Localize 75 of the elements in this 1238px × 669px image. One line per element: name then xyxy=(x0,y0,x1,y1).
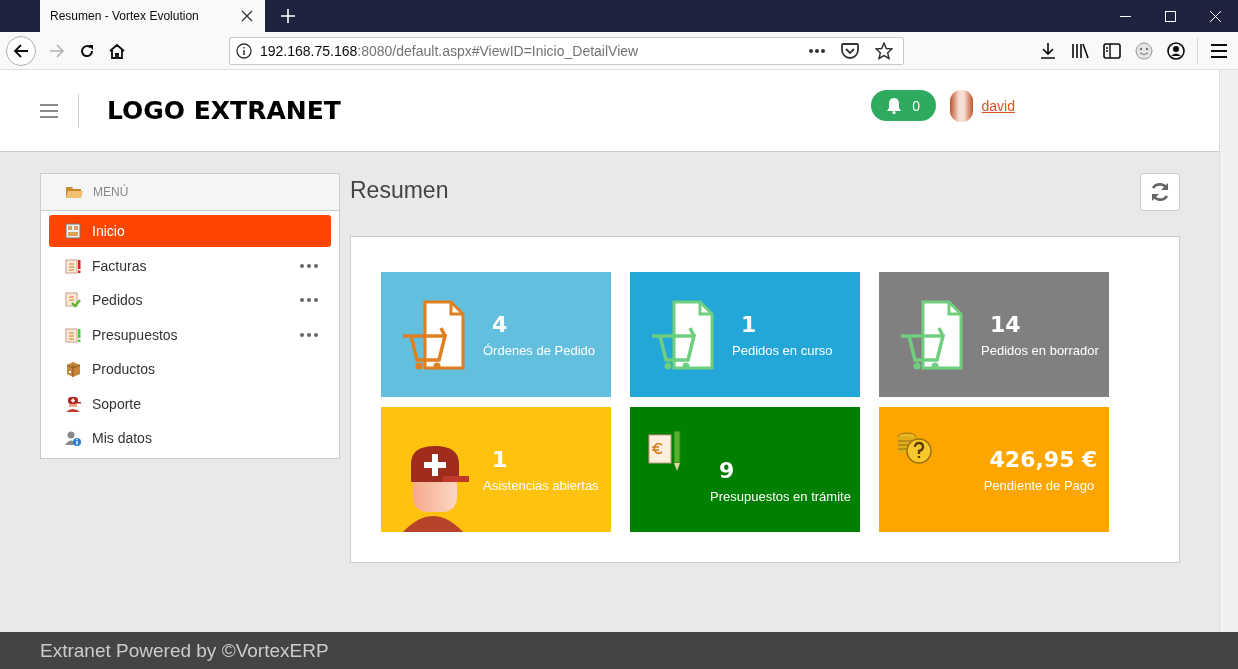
account-icon xyxy=(1167,41,1185,60)
plus-icon xyxy=(281,9,295,23)
box-icon xyxy=(65,361,81,377)
close-icon xyxy=(241,10,253,22)
menu-item[interactable]: Soporte xyxy=(49,387,331,420)
tile-value: 426,95 € xyxy=(988,446,1098,472)
menu-label: Inicio xyxy=(92,223,126,239)
menu-item[interactable]: Pedidos xyxy=(49,284,331,316)
home-icon xyxy=(109,42,125,59)
library-icon xyxy=(1071,42,1089,59)
sidebar-icon xyxy=(1103,42,1121,59)
back-arrow-icon xyxy=(13,42,29,59)
user-info-icon xyxy=(65,430,81,446)
tile-value: 14 xyxy=(989,311,1022,337)
menu-item[interactable]: Productos xyxy=(49,353,331,385)
refresh-icon xyxy=(1149,181,1171,203)
tile-label: Asistencias abiertas xyxy=(483,477,600,493)
budget-icon xyxy=(65,326,81,343)
invoice-icon xyxy=(65,257,81,274)
menu-label: Facturas xyxy=(92,257,148,274)
logo-text: LOGO EXTRANET xyxy=(107,96,341,125)
menu-item[interactable]: Mis datos xyxy=(49,422,331,454)
tile-label: Pedidos en curso xyxy=(732,342,834,358)
tile-label: Órdenes de Pedido xyxy=(483,342,597,358)
tile-value: 4 xyxy=(491,311,509,337)
summary-tile[interactable]: 9 Presupuestos en trámite xyxy=(630,407,860,532)
menu-label: Soporte xyxy=(92,395,143,412)
forward-arrow-icon xyxy=(49,42,65,59)
order-check-icon xyxy=(65,292,81,308)
tile-label: Pendiente de Pago xyxy=(983,477,1095,493)
menu-icon xyxy=(1211,43,1227,58)
menu-label: Productos xyxy=(92,361,157,377)
menu-title: MENÚ xyxy=(93,185,129,199)
user-link[interactable]: david xyxy=(981,97,1015,114)
menu-item[interactable]: Inicio xyxy=(49,215,331,247)
summary-tile[interactable]: 14 Pedidos en borrador xyxy=(879,272,1109,397)
menu-toggle-button[interactable] xyxy=(40,103,58,118)
avatar-placeholder xyxy=(949,89,973,122)
menu-item[interactable]: Facturas xyxy=(49,249,331,282)
bell-icon xyxy=(886,97,903,114)
url-text: 192.168.75.168:8080/default.aspx#ViewID=Inicio_DetailView xyxy=(260,42,640,59)
tab-title: Resumen - Vortex Evolution xyxy=(50,9,199,23)
scrollbar[interactable] xyxy=(1219,70,1238,632)
dashboard-icon xyxy=(65,223,81,239)
footer-text: Extranet Powered by ©VortexERP xyxy=(40,639,329,662)
star-icon xyxy=(875,41,893,60)
menu-label: Presupuestos xyxy=(92,326,179,343)
tile-value: 1 xyxy=(491,446,509,472)
summary-tile[interactable]: 1 Pedidos en curso xyxy=(630,272,860,397)
notifications-button[interactable]: 0 xyxy=(870,90,936,121)
page-title: Resumen xyxy=(350,177,449,204)
back-button[interactable] xyxy=(6,35,36,66)
tile-label: Presupuestos en trámite xyxy=(710,488,852,504)
menu-label: Pedidos xyxy=(92,292,144,308)
pocket-icon xyxy=(841,42,859,59)
hamburger-icon xyxy=(40,103,58,118)
maximize-icon xyxy=(1165,10,1176,22)
menu-label: Mis datos xyxy=(92,430,153,446)
refresh-button[interactable] xyxy=(1140,173,1180,211)
close-icon xyxy=(1210,10,1221,22)
reload-icon xyxy=(79,42,95,59)
download-icon xyxy=(1040,42,1056,59)
tile-label: Pedidos en borrador xyxy=(981,342,1100,358)
browser-tab[interactable]: Resumen - Vortex Evolution xyxy=(40,0,265,32)
more-icon xyxy=(809,48,825,53)
address-bar[interactable]: 192.168.75.168:8080/default.aspx#ViewID=Inicio_DetailView xyxy=(229,36,904,65)
smiley-icon xyxy=(1135,41,1153,60)
coins-question-icon xyxy=(897,431,933,465)
info-icon xyxy=(236,42,252,59)
menu-item[interactable]: Presupuestos xyxy=(49,318,331,351)
close-tab-button[interactable] xyxy=(239,8,255,24)
tile-value: 1 xyxy=(740,311,758,337)
support-person-icon xyxy=(65,395,81,412)
folder-icon xyxy=(65,185,83,199)
tile-value: 9 xyxy=(718,457,736,483)
